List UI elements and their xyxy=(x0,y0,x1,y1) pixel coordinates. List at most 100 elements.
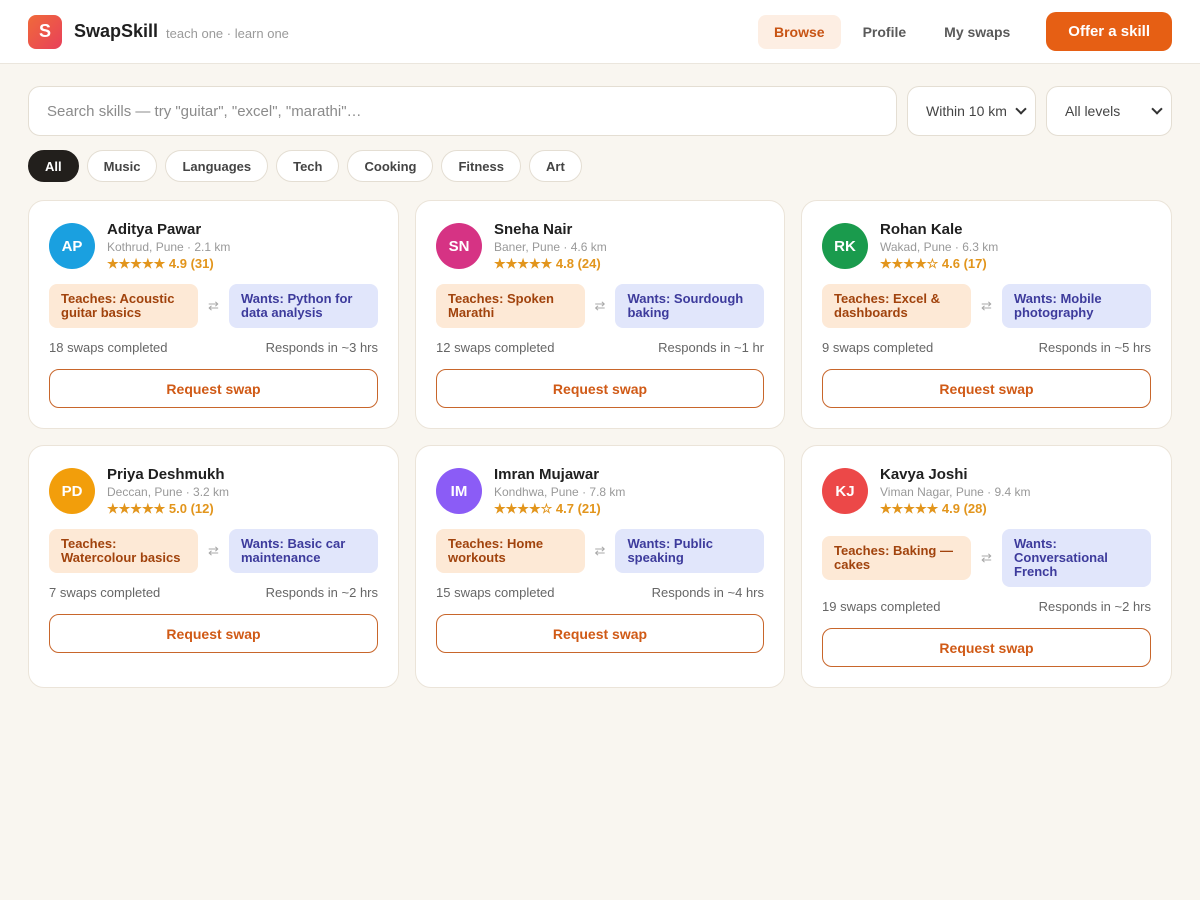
skill-exchange: Teaches: Spoken Marathi ⇄ Wants: Sourdou… xyxy=(436,284,765,328)
avatar[interactable]: IM xyxy=(436,468,482,514)
person-rating: ★★★★☆ 4.7 (21) xyxy=(494,501,601,516)
wants-badge: Wants: Conversational French xyxy=(1002,529,1151,587)
swap-arrows-icon: ⇄ xyxy=(981,298,992,313)
teaches-badge: Teaches: Watercolour basics xyxy=(49,529,198,573)
person-info: Rohan Kale Wakad, Pune · 6.3 km ★★★★☆ 4.… xyxy=(880,221,998,272)
response-time: Responds in ~5 hrs xyxy=(1038,340,1151,355)
skill-exchange: Teaches: Baking — cakes ⇄ Wants: Convers… xyxy=(822,529,1151,587)
person-name[interactable]: Kavya Joshi xyxy=(880,466,1031,484)
response-time: Responds in ~3 hrs xyxy=(265,340,378,355)
offer-skill-button[interactable]: Offer a skill xyxy=(1046,12,1172,51)
brand-tagline: teach one · learn one xyxy=(166,25,289,41)
main-nav: Browse Profile My swaps Offer a skill xyxy=(758,12,1172,51)
card-person: KJ Kavya Joshi Viman Nagar, Pune · 9.4 k… xyxy=(822,466,1151,517)
teaches-badge: Teaches: Excel & dashboards xyxy=(822,284,971,328)
card-person: SN Sneha Nair Baner, Pune · 4.6 km ★★★★★… xyxy=(436,221,764,272)
skill-card: KJ Kavya Joshi Viman Nagar, Pune · 9.4 k… xyxy=(801,445,1172,688)
person-location: Viman Nagar, Pune · 9.4 km xyxy=(880,485,1031,499)
wants-badge: Wants: Public speaking xyxy=(615,529,765,573)
response-time: Responds in ~1 hr xyxy=(658,340,764,355)
distance-value: Within 10 km xyxy=(926,103,1007,119)
chip-music[interactable]: Music xyxy=(86,150,158,182)
avatar[interactable]: SN xyxy=(436,223,482,269)
swaps-completed: 15 swaps completed xyxy=(436,585,555,600)
person-info: Priya Deshmukh Deccan, Pune · 3.2 km ★★★… xyxy=(107,466,229,517)
chip-art[interactable]: Art xyxy=(529,150,582,182)
skill-exchange: Teaches: Excel & dashboards ⇄ Wants: Mob… xyxy=(822,284,1151,328)
person-info: Kavya Joshi Viman Nagar, Pune · 9.4 km ★… xyxy=(880,466,1031,517)
skill-card: IM Imran Mujawar Kondhwa, Pune · 7.8 km … xyxy=(415,445,785,688)
person-location: Wakad, Pune · 6.3 km xyxy=(880,240,999,254)
teaches-badge: Teaches: Spoken Marathi xyxy=(436,284,585,328)
wants-badge: Wants: Basic car maintenance xyxy=(229,529,378,573)
avatar[interactable]: AP xyxy=(49,223,95,269)
distance-select[interactable]: Within 10 km xyxy=(907,86,1036,136)
person-rating: ★★★★★ 4.9 (31) xyxy=(107,256,214,271)
request-swap-button[interactable]: Request swap xyxy=(49,369,378,408)
wants-badge: Wants: Sourdough baking xyxy=(615,284,765,328)
level-select[interactable]: All levels xyxy=(1046,86,1172,136)
skill-card-grid: AP Aditya Pawar Kothrud, Pune · 2.1 km ★… xyxy=(0,182,1200,688)
skill-exchange: Teaches: Watercolour basics ⇄ Wants: Bas… xyxy=(49,529,378,573)
swaps-completed: 7 swaps completed xyxy=(49,585,161,600)
nav-my-swaps[interactable]: My swaps xyxy=(928,15,1026,49)
card-meta: 9 swaps completed Responds in ~5 hrs xyxy=(822,340,1151,356)
request-swap-button[interactable]: Request swap xyxy=(822,628,1151,667)
card-meta: 12 swaps completed Responds in ~1 hr xyxy=(436,340,764,356)
card-meta: 15 swaps completed Responds in ~4 hrs xyxy=(436,585,764,601)
chip-cooking[interactable]: Cooking xyxy=(347,150,434,182)
level-value: All levels xyxy=(1065,103,1121,119)
chevron-down-icon xyxy=(1151,103,1163,115)
swap-arrows-icon: ⇄ xyxy=(594,543,606,558)
avatar[interactable]: RK xyxy=(822,223,868,269)
swaps-completed: 18 swaps completed xyxy=(49,340,168,355)
response-time: Responds in ~2 hrs xyxy=(1038,599,1151,614)
app-header: S SwapSkill teach one · learn one Browse… xyxy=(0,0,1200,64)
person-name[interactable]: Rohan Kale xyxy=(880,221,998,239)
swaps-completed: 9 swaps completed xyxy=(822,340,934,355)
card-meta: 18 swaps completed Responds in ~3 hrs xyxy=(49,340,378,356)
nav-browse[interactable]: Browse xyxy=(758,14,841,49)
person-info: Aditya Pawar Kothrud, Pune · 2.1 km ★★★★… xyxy=(107,221,230,272)
brand-name: SwapSkill xyxy=(74,21,159,41)
card-meta: 19 swaps completed Responds in ~2 hrs xyxy=(822,599,1151,615)
app-logo[interactable]: S xyxy=(28,14,62,49)
request-swap-button[interactable]: Request swap xyxy=(49,614,378,653)
person-location: Kondhwa, Pune · 7.8 km xyxy=(494,485,626,499)
skill-card: PD Priya Deshmukh Deccan, Pune · 3.2 km … xyxy=(28,445,399,688)
skill-card: RK Rohan Kale Wakad, Pune · 6.3 km ★★★★☆… xyxy=(801,200,1172,429)
person-rating: ★★★★★ 4.8 (24) xyxy=(494,256,601,271)
skill-exchange: Teaches: Acoustic guitar basics ⇄ Wants:… xyxy=(49,284,378,328)
person-info: Sneha Nair Baner, Pune · 4.6 km ★★★★★ 4.… xyxy=(494,221,607,272)
person-name[interactable]: Aditya Pawar xyxy=(107,221,230,239)
person-info: Imran Mujawar Kondhwa, Pune · 7.8 km ★★★… xyxy=(494,466,625,517)
person-name[interactable]: Imran Mujawar xyxy=(494,466,625,484)
person-name[interactable]: Priya Deshmukh xyxy=(107,466,229,484)
chevron-down-icon xyxy=(1015,103,1027,115)
request-swap-button[interactable]: Request swap xyxy=(822,369,1151,408)
person-rating: ★★★★★ 4.9 (28) xyxy=(880,501,987,516)
avatar[interactable]: KJ xyxy=(822,468,868,514)
person-rating: ★★★★☆ 4.6 (17) xyxy=(880,256,987,271)
search-input[interactable] xyxy=(47,102,878,120)
chip-fitness[interactable]: Fitness xyxy=(441,150,521,182)
request-swap-button[interactable]: Request swap xyxy=(436,369,764,408)
skill-card: AP Aditya Pawar Kothrud, Pune · 2.1 km ★… xyxy=(28,200,399,429)
avatar[interactable]: PD xyxy=(49,468,95,514)
nav-profile[interactable]: Profile xyxy=(847,15,923,49)
wants-badge: Wants: Mobile photography xyxy=(1002,284,1151,328)
request-swap-button[interactable]: Request swap xyxy=(436,614,764,653)
swap-arrows-icon: ⇄ xyxy=(981,550,992,565)
chip-all[interactable]: All xyxy=(28,150,79,182)
response-time: Responds in ~4 hrs xyxy=(651,585,764,600)
skill-exchange: Teaches: Home workouts ⇄ Wants: Public s… xyxy=(436,529,765,573)
person-name[interactable]: Sneha Nair xyxy=(494,221,607,239)
chip-languages[interactable]: Languages xyxy=(165,150,269,182)
chip-tech[interactable]: Tech xyxy=(276,150,340,182)
wants-badge: Wants: Python for data analysis xyxy=(229,284,378,328)
card-person: RK Rohan Kale Wakad, Pune · 6.3 km ★★★★☆… xyxy=(822,221,1151,272)
swap-arrows-icon: ⇄ xyxy=(208,543,219,558)
swap-arrows-icon: ⇄ xyxy=(208,298,219,313)
response-time: Responds in ~2 hrs xyxy=(265,585,378,600)
person-location: Deccan, Pune · 3.2 km xyxy=(107,485,230,499)
